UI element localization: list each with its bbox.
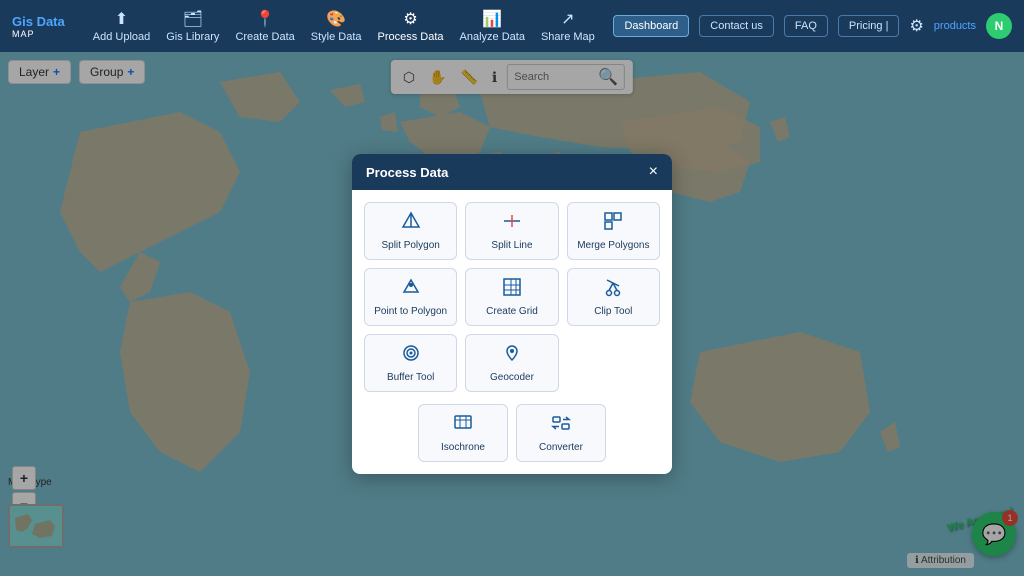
isochrone-button[interactable]: Isochrone [418,404,508,462]
pricing-button[interactable]: Pricing | [838,15,900,37]
modal-row3: Isochrone Converter [352,404,672,474]
buffer-tool-icon [401,343,421,368]
split-line-button[interactable]: Split Line [465,202,558,260]
settings-icon[interactable]: ⚙ [909,16,923,36]
point-to-polygon-button[interactable]: Point to Polygon [364,268,457,326]
converter-button[interactable]: Converter [516,404,606,462]
buffer-tool-button[interactable]: Buffer Tool [364,334,457,392]
create-grid-icon [502,277,522,302]
nav-share-map-label: Share Map [541,31,595,43]
nav-analyze-data-label: Analyze Data [460,31,525,43]
nav-create-data-label: Create Data [235,31,294,43]
nav-process-data[interactable]: ⚙ Process Data [378,9,444,43]
modal-title: Process Data [366,165,448,180]
clip-tool-button[interactable]: Clip Tool [567,268,660,326]
navbar: Gis Data MAP ⬆ Add Upload 🗂 Gis Library … [0,0,1024,52]
library-icon: 🗂 [183,9,203,29]
split-polygon-icon [401,211,421,236]
nav-share-map[interactable]: ↗ Share Map [541,9,595,43]
nav-style-data-label: Style Data [311,31,362,43]
logo: Gis Data MAP [12,14,65,39]
nav-right: Dashboard Contact us FAQ Pricing | ⚙ pro… [613,13,1012,39]
nav-gis-library-label: Gis Library [166,31,219,43]
faq-button[interactable]: FAQ [784,15,828,37]
modal-body: Split Polygon Split Line Merge Polygons [352,190,672,404]
logo-sub: MAP [12,29,35,39]
nav-process-data-label: Process Data [378,31,444,43]
geocoder-button[interactable]: Geocoder [465,334,558,392]
map-area: ⬡ ✋ 📏 ℹ 🔍 Layer + Group + Map Type + − [0,52,1024,576]
create-icon: 📍 [255,9,275,29]
process-icon: ⚙ [403,9,417,29]
nav-add-upload-label: Add Upload [93,31,151,43]
point-to-polygon-icon [401,277,421,302]
clip-tool-icon [603,277,623,302]
split-line-icon [502,211,522,236]
user-avatar[interactable]: N [986,13,1012,39]
modal-close-button[interactable]: × [649,164,658,180]
split-polygon-button[interactable]: Split Polygon [364,202,457,260]
nav-gis-library[interactable]: 🗂 Gis Library [166,9,219,43]
upload-icon: ⬆ [115,9,128,29]
nav-create-data[interactable]: 📍 Create Data [235,9,294,43]
contact-button[interactable]: Contact us [699,15,774,37]
modal-header: Process Data × [352,154,672,190]
dashboard-button[interactable]: Dashboard [613,15,689,37]
nav-add-upload[interactable]: ⬆ Add Upload [93,9,151,43]
create-grid-button[interactable]: Create Grid [465,268,558,326]
modal-overlay[interactable]: Process Data × Split Polygon Split Line [0,52,1024,576]
converter-icon [551,413,571,438]
nav-style-data[interactable]: 🎨 Style Data [311,9,362,43]
merge-polygons-icon [603,211,623,236]
products-link[interactable]: products [934,20,976,32]
nav-analyze-data[interactable]: 📊 Analyze Data [460,9,525,43]
isochrone-icon [453,413,473,438]
process-data-modal: Process Data × Split Polygon Split Line [352,154,672,474]
share-icon: ↗ [561,9,574,29]
geocoder-icon [502,343,522,368]
merge-polygons-button[interactable]: Merge Polygons [567,202,660,260]
analyze-icon: 📊 [482,9,502,29]
logo-text: Gis Data [12,14,65,29]
style-icon: 🎨 [326,9,346,29]
